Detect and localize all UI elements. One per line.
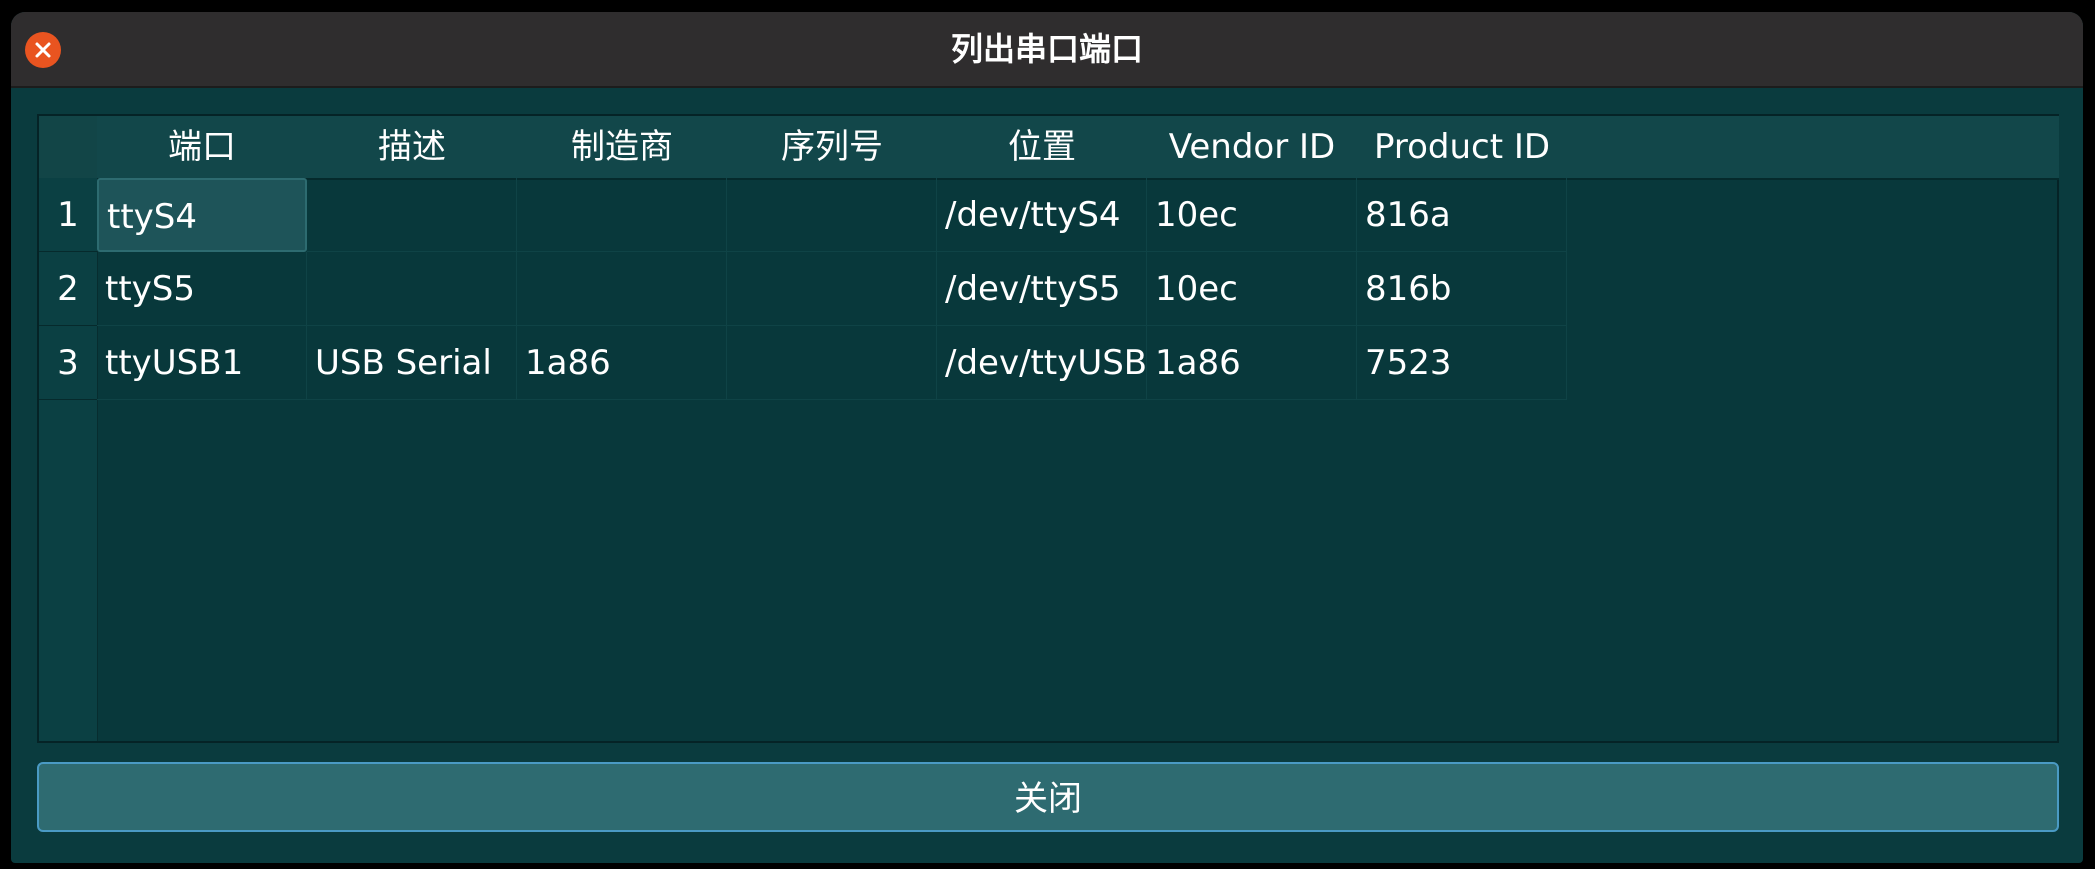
table-cell-vendor-id[interactable]: 10ec [1147, 252, 1357, 326]
table-cell-serial-number[interactable] [727, 252, 937, 326]
close-icon [35, 42, 51, 58]
table-cell-manufacturer[interactable] [517, 252, 727, 326]
table-cell-serial-number[interactable] [727, 326, 937, 400]
table-cell-port[interactable]: ttyUSB1 [97, 326, 307, 400]
dialog-window: 列出串口端口 端口 描述 制造商 序列号 位置 Vendor ID Produc… [11, 12, 2083, 863]
table-cell-port[interactable]: ttyS4 [97, 178, 307, 252]
header-serial-number[interactable]: 序列号 [727, 116, 937, 178]
table-cell-manufacturer[interactable]: 1a86 [517, 326, 727, 400]
row-number-2[interactable]: 2 [39, 252, 97, 326]
table-corner[interactable] [39, 116, 98, 179]
table-cell-product-id[interactable]: 7523 [1357, 326, 1567, 400]
table-cell-product-id[interactable]: 816b [1357, 252, 1567, 326]
table-header: 端口 描述 制造商 序列号 位置 Vendor ID Product ID [97, 116, 2059, 180]
header-product-id[interactable]: Product ID [1357, 116, 1567, 178]
table-cell-manufacturer[interactable] [517, 178, 727, 252]
row-header-column: 1 2 3 [39, 178, 98, 741]
close-button[interactable]: 关闭 [37, 762, 2059, 832]
header-location[interactable]: 位置 [937, 116, 1147, 178]
table-cell-location[interactable]: /dev/ttyUSB1 [937, 326, 1147, 400]
window-title: 列出串口端口 [950, 30, 1143, 68]
header-description[interactable]: 描述 [307, 116, 517, 178]
row-number-1[interactable]: 1 [39, 178, 97, 252]
table-cell-vendor-id[interactable]: 10ec [1147, 178, 1357, 252]
table-cell-description[interactable]: USB Serial [307, 326, 517, 400]
table-cell-vendor-id[interactable]: 1a86 [1147, 326, 1357, 400]
table-cell-location[interactable]: /dev/ttyS5 [937, 252, 1147, 326]
table-cell-product-id[interactable]: 816a [1357, 178, 1567, 252]
header-port[interactable]: 端口 [97, 116, 307, 178]
table-cell-description[interactable] [307, 178, 517, 252]
titlebar: 列出串口端口 [11, 12, 2083, 88]
table-cell-port[interactable]: ttyS5 [97, 252, 307, 326]
window-close-button[interactable] [25, 32, 61, 68]
table-cell-serial-number[interactable] [727, 178, 937, 252]
table-cell-description[interactable] [307, 252, 517, 326]
table-cell-location[interactable]: /dev/ttyS4 [937, 178, 1147, 252]
header-vendor-id[interactable]: Vendor ID [1147, 116, 1357, 178]
row-number-3[interactable]: 3 [39, 326, 97, 400]
serial-ports-table[interactable]: 端口 描述 制造商 序列号 位置 Vendor ID Product ID 1 … [37, 114, 2059, 743]
header-manufacturer[interactable]: 制造商 [517, 116, 727, 178]
